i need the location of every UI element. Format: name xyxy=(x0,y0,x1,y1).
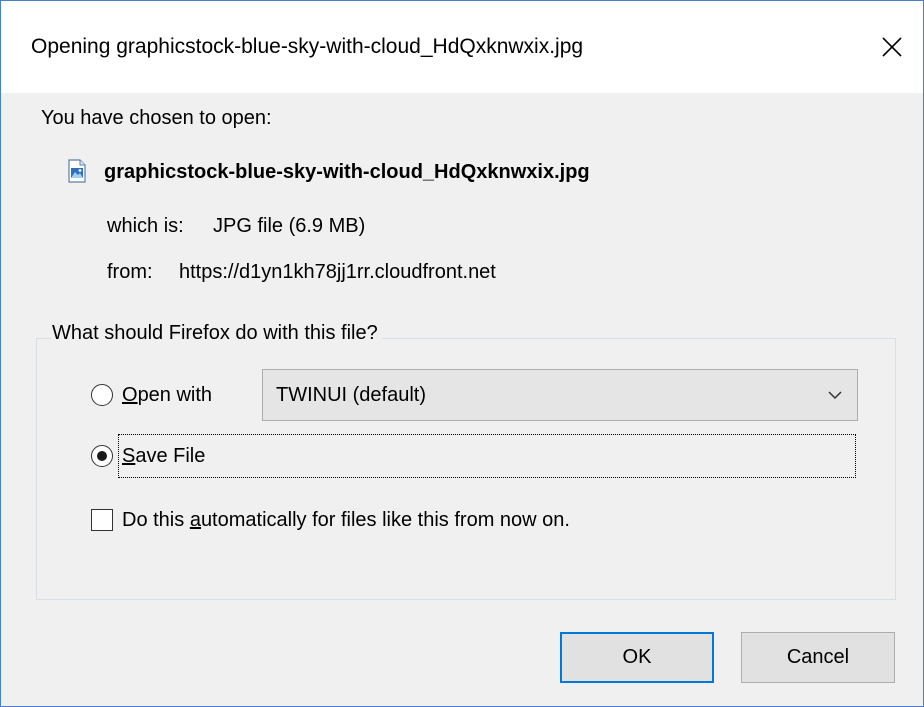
open-with-label[interactable]: Open with xyxy=(122,384,212,407)
open-with-label-rest: pen with xyxy=(137,384,213,406)
radio-selected-dot xyxy=(97,451,107,461)
save-file-label[interactable]: Save File xyxy=(122,445,205,468)
open-with-radio[interactable] xyxy=(91,384,113,406)
jpg-file-icon xyxy=(68,159,86,183)
source-url: https://d1yn1kh78jj1rr.cloudfront.net xyxy=(179,261,496,283)
open-with-app-value: TWINUI (default) xyxy=(276,384,427,406)
open-file-dialog: Opening graphicstock-blue-sky-with-cloud… xyxy=(0,0,924,707)
auto-action-label-after: utomatically for files like this from no… xyxy=(200,509,570,531)
which-is-label: which is: xyxy=(107,215,184,237)
open-with-app-select[interactable]: TWINUI (default) xyxy=(262,369,858,421)
auto-action-label-before: Do this xyxy=(122,509,190,531)
chevron-down-icon xyxy=(828,391,842,400)
file-type-value: JPG file (6.9 MB) xyxy=(213,215,366,237)
cancel-button[interactable]: Cancel xyxy=(741,632,895,683)
auto-action-mnemonic: a xyxy=(189,509,201,531)
save-file-radio[interactable] xyxy=(91,445,113,467)
intro-text: You have chosen to open: xyxy=(41,107,272,129)
close-icon xyxy=(882,37,902,57)
close-button[interactable] xyxy=(861,17,923,77)
auto-action-label[interactable]: Do this automatically for files like thi… xyxy=(122,509,570,532)
title-bar: Opening graphicstock-blue-sky-with-cloud… xyxy=(1,1,923,93)
dialog-body: You have chosen to open: graphicstock-bl… xyxy=(1,93,923,706)
ok-button[interactable]: OK xyxy=(560,632,714,683)
auto-action-checkbox[interactable] xyxy=(91,509,113,531)
action-group-legend: What should Firefox do with this file? xyxy=(51,322,382,345)
save-file-label-rest: ave File xyxy=(135,445,206,467)
save-file-mnemonic: S xyxy=(122,445,136,467)
open-with-mnemonic: O xyxy=(122,384,138,406)
dialog-title: Opening graphicstock-blue-sky-with-cloud… xyxy=(31,35,584,58)
file-name: graphicstock-blue-sky-with-cloud_HdQxknw… xyxy=(104,161,590,183)
from-label: from: xyxy=(107,261,153,283)
save-file-focus-rect xyxy=(118,434,856,478)
